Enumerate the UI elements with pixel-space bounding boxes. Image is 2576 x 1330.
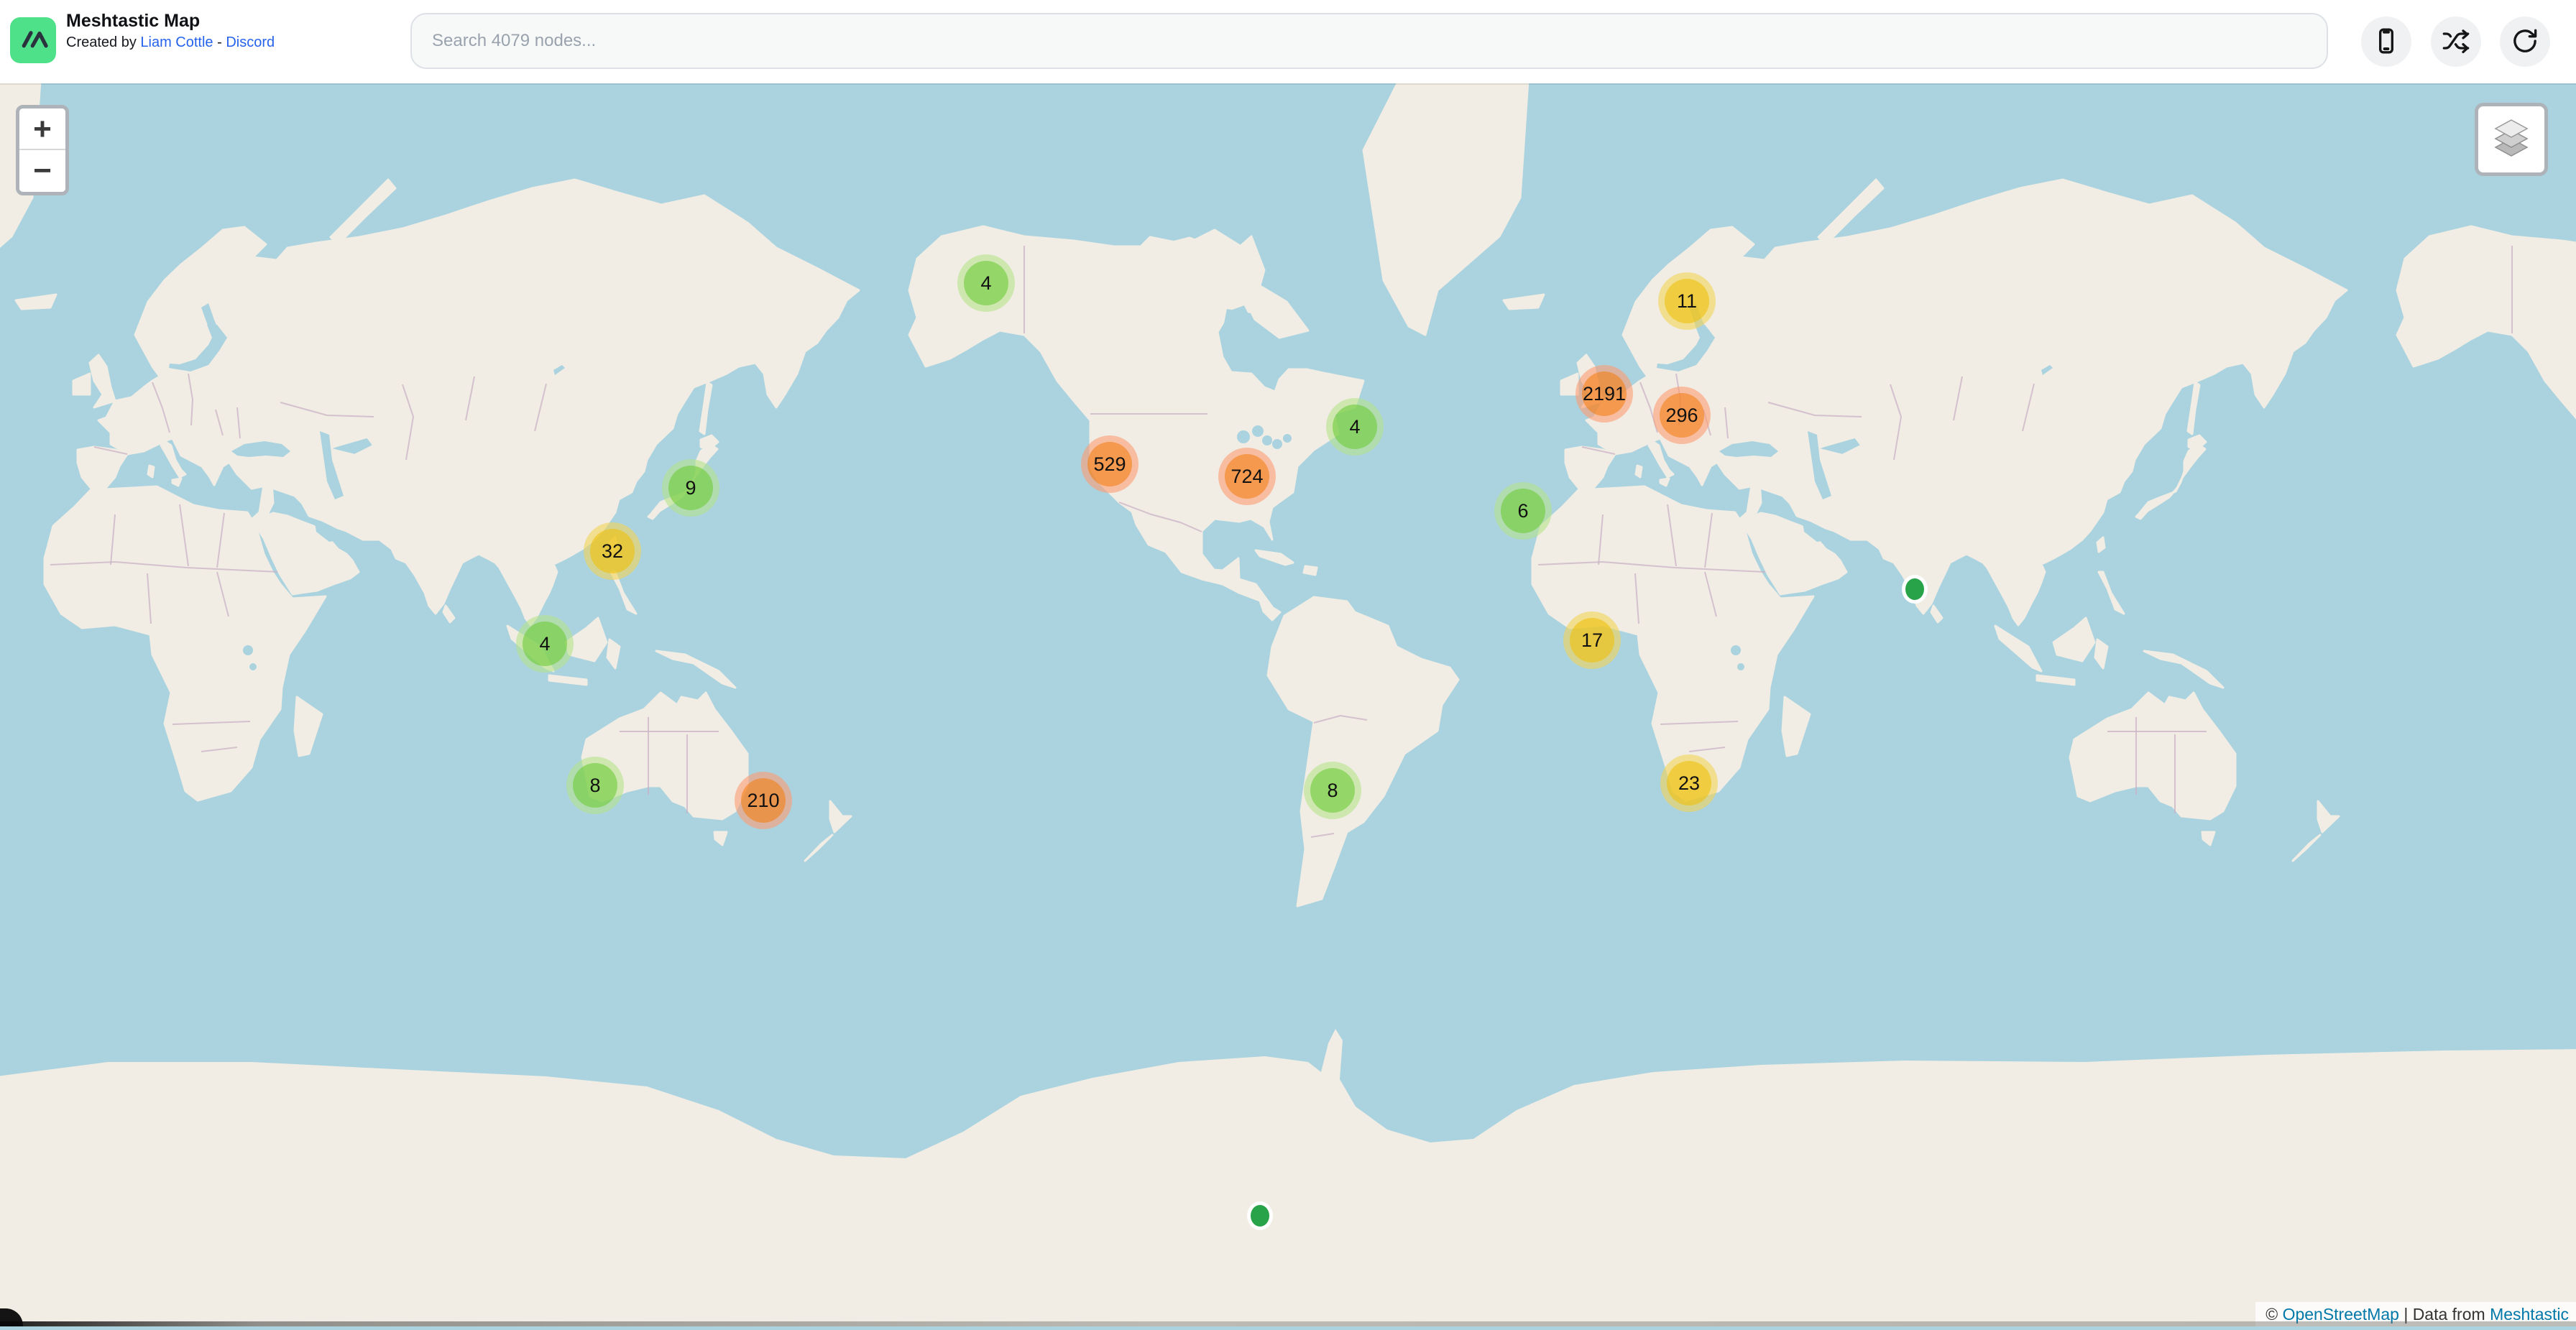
- cluster-count: 11: [1677, 290, 1697, 313]
- search-input[interactable]: [410, 13, 2328, 69]
- cluster-marker[interactable]: 17: [1563, 611, 1621, 669]
- cluster-count: 6: [1517, 500, 1528, 522]
- cluster-count: 32: [602, 540, 623, 563]
- cluster-count: 529: [1093, 453, 1126, 476]
- cluster-marker[interactable]: 32: [584, 522, 641, 580]
- byline-prefix: Created by: [66, 34, 140, 50]
- mobile-app-button[interactable]: [2361, 17, 2411, 67]
- cluster-marker[interactable]: 8: [566, 757, 624, 814]
- author-link[interactable]: Liam Cottle: [140, 34, 213, 50]
- world-map[interactable]: [0, 0, 2576, 1330]
- cluster-count: 210: [747, 790, 779, 812]
- random-node-button[interactable]: [2431, 17, 2481, 67]
- node-marker[interactable]: [1247, 1201, 1273, 1230]
- cluster-marker[interactable]: 210: [735, 772, 792, 829]
- screen-edge-shadow: [0, 1321, 2576, 1326]
- cluster-marker[interactable]: 4: [957, 254, 1015, 312]
- cluster-marker[interactable]: 8: [1304, 762, 1361, 819]
- shuffle-icon: [2442, 27, 2470, 57]
- page-title: Meshtastic Map: [66, 9, 275, 33]
- cluster-count: 296: [1665, 405, 1698, 427]
- zoom-out-button[interactable]: −: [19, 150, 65, 192]
- layers-control[interactable]: [2475, 103, 2548, 176]
- cluster-marker[interactable]: 529: [1081, 435, 1138, 493]
- app-header: Meshtastic Map Created by Liam Cottle - …: [0, 0, 2576, 83]
- smartphone-icon: [2372, 27, 2401, 57]
- discord-link[interactable]: Discord: [226, 34, 275, 50]
- layers-icon: [2490, 119, 2533, 161]
- mountains-icon: [16, 22, 50, 60]
- byline: Created by Liam Cottle - Discord: [66, 33, 275, 52]
- app-logo[interactable]: [10, 17, 56, 63]
- zoom-control: + −: [16, 105, 69, 195]
- cluster-marker[interactable]: 6: [1494, 482, 1552, 540]
- title-block: Meshtastic Map Created by Liam Cottle - …: [66, 9, 275, 52]
- cluster-count: 724: [1230, 466, 1263, 488]
- cluster-marker[interactable]: 296: [1653, 387, 1711, 444]
- cluster-marker[interactable]: 11: [1658, 272, 1716, 330]
- byline-separator: -: [213, 34, 226, 50]
- cluster-count: 9: [685, 477, 696, 499]
- cluster-marker[interactable]: 724: [1218, 448, 1276, 505]
- cluster-count: 4: [980, 272, 991, 295]
- refresh-button[interactable]: [2500, 17, 2550, 67]
- cluster-count: 4: [539, 633, 550, 655]
- cluster-count: 2191: [1583, 383, 1626, 405]
- cluster-marker[interactable]: 9: [662, 459, 719, 517]
- cluster-marker[interactable]: 23: [1660, 754, 1718, 812]
- cluster-count: 8: [1327, 780, 1338, 802]
- cluster-marker[interactable]: 2191: [1576, 365, 1633, 422]
- cluster-marker[interactable]: 4: [516, 615, 574, 673]
- cluster-count: 4: [1349, 416, 1360, 438]
- refresh-icon: [2511, 27, 2539, 57]
- cluster-marker[interactable]: 4: [1326, 398, 1384, 456]
- node-marker[interactable]: [1902, 575, 1928, 604]
- cluster-count: 8: [589, 775, 600, 797]
- cluster-count: 17: [1581, 629, 1603, 652]
- cluster-count: 23: [1678, 772, 1700, 795]
- zoom-in-button[interactable]: +: [19, 108, 65, 150]
